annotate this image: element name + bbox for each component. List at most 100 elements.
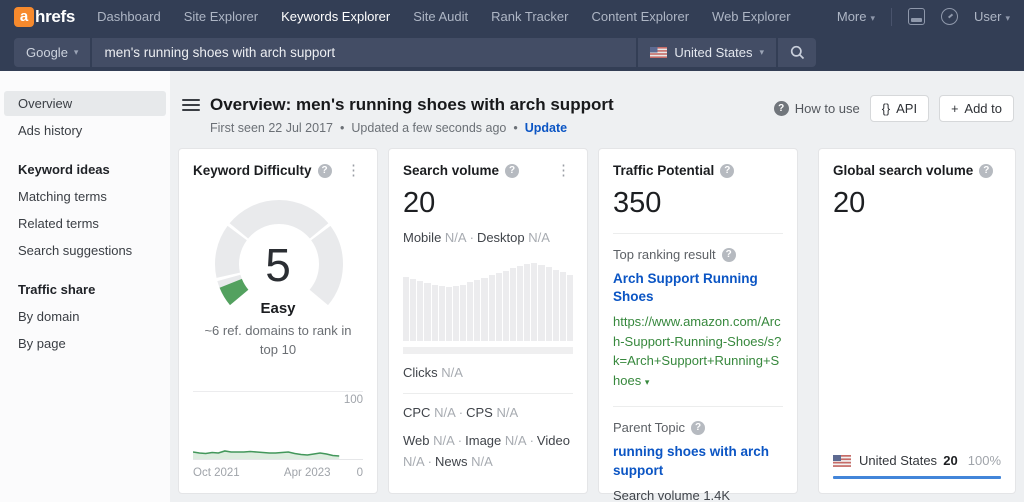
card-title: Traffic Potential — [613, 163, 714, 178]
question-icon[interactable]: ? — [720, 164, 734, 178]
nav-item-site-explorer[interactable]: Site Explorer — [184, 9, 258, 24]
sidebar-item-related-terms[interactable]: Related terms — [4, 211, 166, 236]
ahrefs-app: a hrefs Dashboard Site Explorer Keywords… — [0, 0, 1024, 502]
global-volume-value: 20 — [833, 187, 1001, 220]
chevron-down-icon: ▾ — [870, 13, 875, 23]
nav-item-keywords-explorer[interactable]: Keywords Explorer — [281, 9, 390, 24]
navbar-divider — [891, 8, 892, 26]
chevron-down-icon: ▾ — [759, 47, 764, 58]
sidebar-item-by-domain[interactable]: By domain — [4, 304, 166, 329]
chart-axis-placeholder — [403, 347, 573, 354]
braces-icon: {} — [882, 102, 890, 116]
keyword-difficulty-gauge: 5 — [193, 192, 363, 314]
question-icon: ? — [774, 101, 789, 116]
question-icon[interactable]: ? — [505, 164, 519, 178]
nav-more-menu[interactable]: More▾ — [837, 9, 875, 24]
api-button[interactable]: {} API — [870, 95, 929, 122]
search-submit-button[interactable] — [776, 38, 816, 67]
question-icon[interactable]: ? — [318, 164, 332, 178]
traffic-potential-value: 350 — [613, 187, 783, 220]
nav-item-web-explorer[interactable]: Web Explorer — [712, 9, 791, 24]
ahrefs-logo[interactable]: a hrefs — [14, 7, 75, 27]
monthly-volume-bar-chart — [403, 261, 573, 341]
user-menu[interactable]: User▾ — [974, 9, 1010, 24]
clicks-row: Clicks N/A — [403, 363, 573, 384]
top-result-url-link[interactable]: https://www.amazon.com/Arch-Support-Runn… — [613, 312, 783, 390]
top-navbar: a hrefs Dashboard Site Explorer Keywords… — [0, 0, 1024, 33]
sidebar-item-by-page[interactable]: By page — [4, 331, 166, 356]
keyword-meta: First seen 22 Jul 2017 • Updated a few s… — [210, 121, 614, 135]
search-volume-card: Search volume ? ⋮ 20 Mobile N/A·Desktop … — [388, 148, 588, 494]
search-engine-select[interactable]: Google ▾ — [14, 38, 92, 67]
serp-features-row: Web N/A·Image N/A·Video N/A·News N/A — [403, 431, 573, 473]
country-name: United States — [859, 453, 937, 468]
sidebar-item-matching-terms[interactable]: Matching terms — [4, 184, 166, 209]
gridline — [193, 391, 363, 392]
kd-history-chart: 100 Oct 2021 Apr 2023 0 — [193, 391, 363, 479]
how-to-use-link[interactable]: ? How to use — [774, 101, 860, 116]
keyword-search-input[interactable] — [92, 38, 636, 67]
parent-topic-link[interactable]: running shoes with arch support — [613, 443, 783, 479]
divider — [613, 233, 783, 234]
volume-share-bar — [833, 476, 1001, 479]
y-min-label: 0 — [357, 467, 363, 479]
x-end-label: Apr 2023 — [284, 467, 331, 479]
country-select[interactable]: United States ▾ — [636, 38, 776, 67]
nav-item-rank-tracker[interactable]: Rank Tracker — [491, 9, 568, 24]
bullet-separator: • — [340, 121, 344, 135]
kd-value: 5 — [193, 242, 363, 288]
global-search-volume-card: Global search volume ? 20 United States — [818, 148, 1016, 494]
cpc-cps-row: CPC N/A·CPS N/A — [403, 403, 573, 424]
plus-icon: + — [951, 102, 958, 116]
first-seen-text: First seen 22 Jul 2017 — [210, 121, 333, 135]
parent-topic-label: Parent Topic ? — [613, 420, 783, 435]
chevron-down-icon: ▾ — [1005, 13, 1010, 23]
sidebar: Overview Ads history Keyword ideas Match… — [0, 71, 170, 502]
kebab-menu-icon[interactable]: ⋮ — [554, 163, 573, 178]
country-volume-row: United States 20 100% — [833, 453, 1001, 476]
nav-item-dashboard[interactable]: Dashboard — [97, 9, 161, 24]
traffic-potential-card: Traffic Potential ? 350 Top ranking resu… — [598, 148, 798, 494]
browser-extension-icon[interactable] — [908, 8, 925, 25]
question-icon[interactable]: ? — [691, 421, 705, 435]
top-ranking-result-label: Top ranking result ? — [613, 247, 783, 262]
kebab-menu-icon[interactable]: ⋮ — [344, 163, 363, 178]
top-result-title-link[interactable]: Arch Support Running Shoes — [613, 270, 783, 306]
sidebar-item-search-suggestions[interactable]: Search suggestions — [4, 238, 166, 263]
card-title: Global search volume — [833, 163, 973, 178]
y-max-label: 100 — [344, 394, 363, 406]
search-icon — [790, 45, 805, 60]
ahrefs-logo-text: hrefs — [35, 7, 75, 27]
sidebar-item-overview[interactable]: Overview — [4, 91, 166, 116]
nav-item-content-explorer[interactable]: Content Explorer — [591, 9, 689, 24]
parent-topic-search-volume: Search volume 1.4K — [613, 488, 783, 502]
country-volume: 20 — [943, 453, 957, 468]
overview-header: Overview: men's running shoes with arch … — [170, 71, 1024, 135]
sidebar-item-ads-history[interactable]: Ads history — [4, 118, 166, 143]
country-percent: 100% — [968, 453, 1001, 468]
sidebar-header-keyword-ideas: Keyword ideas — [4, 157, 166, 182]
sidebar-header-traffic-share: Traffic share — [4, 277, 166, 302]
bullet-separator: • — [513, 121, 517, 135]
country-volume-list: United States 20 100% — [833, 453, 1001, 479]
x-start-label: Oct 2021 — [193, 467, 240, 479]
nav-item-site-audit[interactable]: Site Audit — [413, 9, 468, 24]
x-axis-line — [193, 459, 363, 460]
updated-text: Updated a few seconds ago — [351, 121, 506, 135]
ahrefs-logo-mark: a — [14, 7, 34, 27]
usage-meter-icon[interactable] — [941, 8, 958, 25]
main-content: Overview: men's running shoes with arch … — [170, 71, 1024, 502]
chevron-down-icon: ▾ — [645, 377, 650, 387]
us-flag-icon — [833, 455, 851, 467]
divider — [613, 406, 783, 407]
question-icon[interactable]: ? — [979, 164, 993, 178]
question-icon[interactable]: ? — [722, 248, 736, 262]
chevron-down-icon: ▾ — [74, 47, 79, 58]
sidebar-toggle-icon[interactable] — [182, 99, 200, 114]
add-to-button[interactable]: + Add to — [939, 95, 1014, 122]
keyword-search-bar: Google ▾ United States ▾ — [0, 33, 1024, 71]
card-title: Keyword Difficulty — [193, 163, 312, 178]
device-split-row: Mobile N/A·Desktop N/A — [403, 228, 573, 249]
update-link[interactable]: Update — [525, 121, 567, 135]
kd-description: ~6 ref. domains to rank in top 10 — [193, 322, 363, 360]
